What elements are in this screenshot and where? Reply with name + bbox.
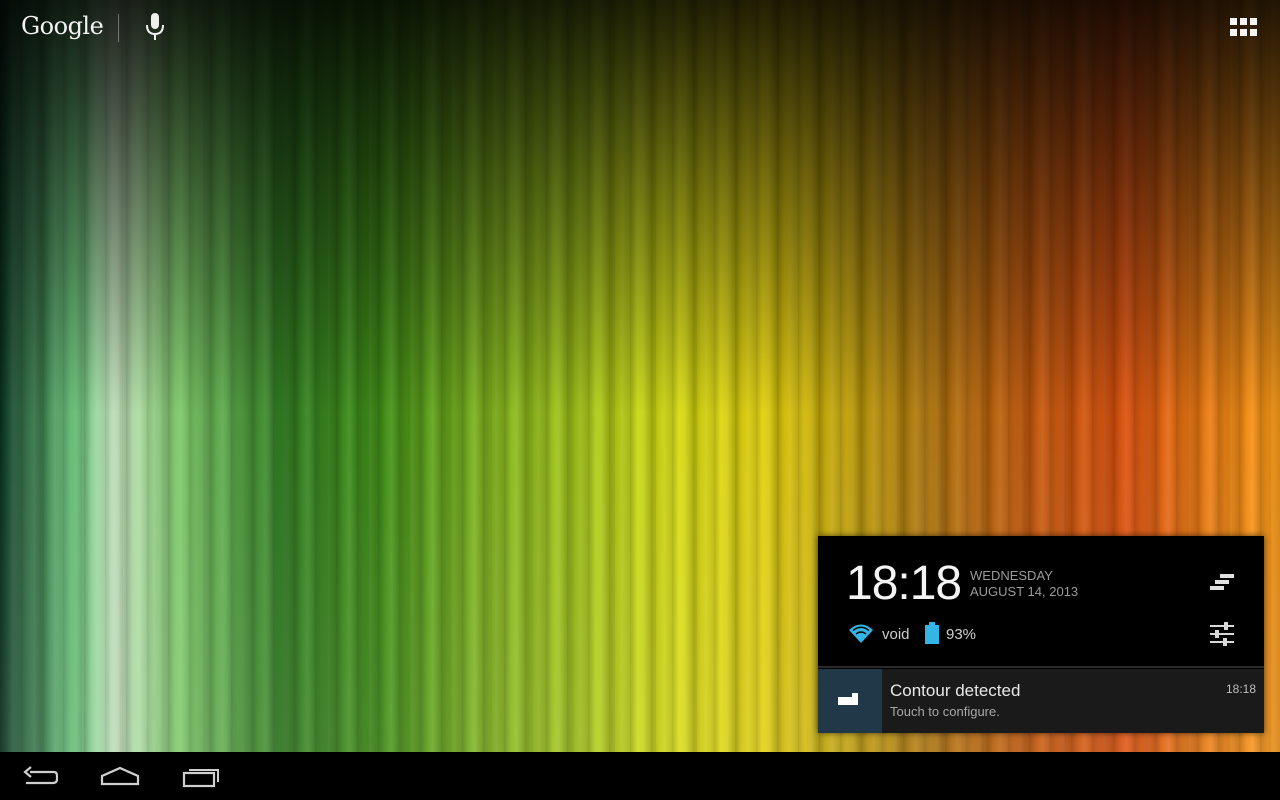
wifi-network-name: void [882,626,910,643]
wifi-icon [849,624,873,643]
back-icon[interactable] [22,764,58,790]
notification-icon-box [818,669,882,733]
google-search-logo[interactable]: Google [21,12,104,40]
notification-item[interactable]: Contour detected Touch to configure. 18:… [818,669,1264,733]
app-drawer-icon[interactable] [1230,18,1258,38]
recents-icon[interactable] [182,764,220,790]
notification-time: 18:18 [1225,682,1256,696]
date-weekday: WEDNESDAY [970,568,1053,583]
notification-panel: 18:18 WEDNESDAY AUGUST 14, 2013 void 93% [818,536,1264,733]
battery-percentage: 93% [946,626,977,643]
contour-app-icon [838,693,858,705]
panel-divider [818,666,1264,668]
search-bar-divider [118,14,119,42]
notification-title: Contour detected [890,681,1021,700]
navigation-bar [0,752,1280,800]
battery-icon [925,622,939,644]
home-icon[interactable] [100,764,140,790]
notification-text: Touch to configure. [890,704,1000,719]
microphone-icon[interactable] [144,12,166,42]
clear-all-icon[interactable] [1210,572,1234,592]
quick-settings-icon[interactable] [1210,622,1234,646]
date-full: AUGUST 14, 2013 [970,584,1079,599]
clock-time: 18:18 [846,557,962,610]
